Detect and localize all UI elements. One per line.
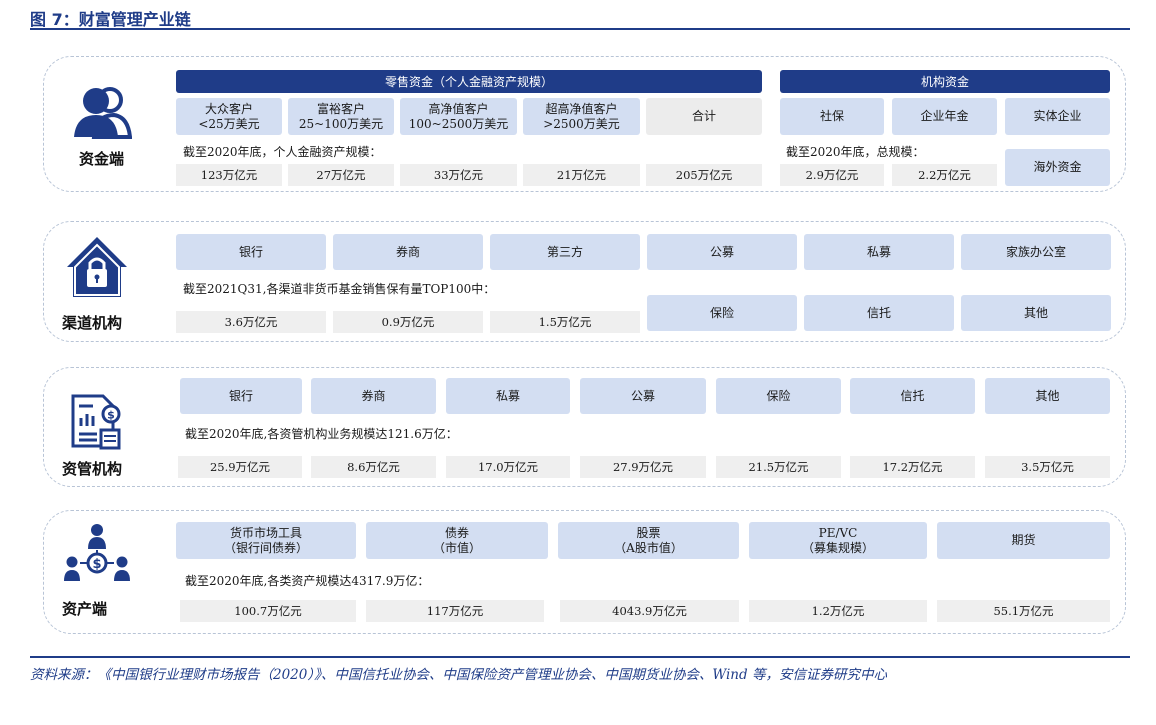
am-box: 信托 (850, 378, 975, 414)
retail-box-uhnw: 超高净值客户 >2500万美元 (523, 98, 640, 135)
section-label-am: 资管机构 (62, 460, 123, 478)
am-note: 截至2020年底,各资管机构业务规模达121.6万亿： (185, 427, 458, 441)
inst-note: 截至2020年底，总规模： (786, 145, 925, 159)
assets-note: 截至2020年底,各类资产规模达4317.9万亿： (185, 574, 430, 588)
retail-note: 截至2020年底，个人金融资产规模： (183, 145, 382, 159)
network-people-money-icon: $ (64, 524, 130, 581)
retail-box-mass: 大众客户 <25万美元 (176, 98, 282, 135)
asset-box-line2: （A股市值） (614, 540, 683, 555)
retail-box-line1: 高净值客户 (428, 101, 489, 116)
asset-box-line2: （募集规模） (801, 540, 874, 555)
asset-box: 期货 (937, 522, 1110, 559)
channel-box: 第三方 (490, 234, 640, 270)
am-box: 公募 (580, 378, 706, 414)
asset-box-line1: PE/VC (818, 525, 858, 540)
retail-box-affluent: 富裕客户 25~100万美元 (288, 98, 394, 135)
inst-value: 2.2万亿元 (892, 164, 997, 186)
am-value: 17.0万亿元 (446, 456, 570, 478)
svg-text:$: $ (107, 409, 115, 422)
channel-box-extra: 其他 (961, 295, 1111, 331)
figure-title: 图 7：财富管理产业链 (30, 10, 191, 29)
asset-value: 117万亿元 (366, 600, 544, 622)
asset-box-line1: 货币市场工具 (229, 525, 302, 540)
retail-box-hnw: 高净值客户 100~2500万美元 (400, 98, 517, 135)
channel-box: 券商 (333, 234, 483, 270)
channel-box-extra: 信托 (804, 295, 954, 331)
am-box: 保险 (716, 378, 841, 414)
retail-box-line2: 100~2500万美元 (408, 116, 509, 131)
asset-box: 债券 （市值） (366, 522, 548, 559)
retail-box-line2: 25~100万美元 (298, 116, 384, 131)
asset-box-line1: 期货 (1011, 533, 1036, 547)
users-icon (74, 87, 132, 139)
am-box: 银行 (180, 378, 302, 414)
section-label-channels: 渠道机构 (62, 314, 123, 332)
retail-box-line2: <25万美元 (198, 116, 260, 131)
source-note: 资料来源：《中国银行业理财市场报告（2020）》、中国信托业协会、中国保险资产管… (30, 656, 1130, 683)
asset-box: PE/VC （募集规模） (749, 522, 927, 559)
am-value: 8.6万亿元 (311, 456, 436, 478)
finance-document-icon: $ (71, 394, 121, 450)
inst-header-bar: 机构资金 (780, 70, 1110, 93)
retail-box-line1: 富裕客户 (316, 101, 365, 116)
asset-box-line2: （市值） (432, 540, 481, 555)
asset-box-line1: 债券 (444, 525, 469, 540)
channel-value: 1.5万亿元 (490, 311, 640, 333)
retail-box-line1: 大众客户 (204, 101, 253, 116)
section-label-assets: 资产端 (62, 600, 108, 618)
asset-box-line1: 股票 (636, 525, 661, 540)
asset-value: 55.1万亿元 (937, 600, 1110, 622)
retail-box-line1: 超高净值客户 (545, 101, 618, 116)
retail-header-bar: 零售资金（个人金融资产规模） (176, 70, 762, 93)
am-value: 27.9万亿元 (580, 456, 706, 478)
retail-box-line2: >2500万美元 (543, 116, 620, 131)
asset-box-line2: （银行间债券） (223, 540, 308, 555)
retail-value: 27万亿元 (288, 164, 394, 186)
retail-value: 205万亿元 (646, 164, 762, 186)
am-box: 券商 (311, 378, 436, 414)
am-value: 3.5万亿元 (985, 456, 1110, 478)
channel-box: 银行 (176, 234, 326, 270)
channel-box: 家族办公室 (961, 234, 1111, 270)
retail-value: 21万亿元 (523, 164, 640, 186)
channel-box: 公募 (647, 234, 797, 270)
channel-value: 0.9万亿元 (333, 311, 483, 333)
am-value: 17.2万亿元 (850, 456, 975, 478)
asset-value: 4043.9万亿元 (560, 600, 739, 622)
asset-box: 货币市场工具 （银行间债券） (176, 522, 356, 559)
svg-text:$: $ (92, 557, 101, 572)
channel-value: 3.6万亿元 (176, 311, 326, 333)
channel-box-extra: 保险 (647, 295, 797, 331)
section-label-funds: 资金端 (79, 150, 125, 168)
inst-box-corporates: 实体企业 (1005, 98, 1110, 135)
asset-value: 100.7万亿元 (180, 600, 356, 622)
am-value: 25.9万亿元 (178, 456, 302, 478)
am-box: 其他 (985, 378, 1110, 414)
inst-box-overseas: 海外资金 (1005, 149, 1110, 186)
retail-box-line1: 合计 (691, 109, 716, 123)
am-box: 私募 (446, 378, 570, 414)
channel-box: 私募 (804, 234, 954, 270)
channels-note: 截至2021Q31,各渠道非货币基金销售保有量TOP100中： (183, 282, 496, 296)
figure-header: 图 7：财富管理产业链 (30, 6, 1130, 30)
asset-box: 股票 （A股市值） (558, 522, 739, 559)
house-lock-icon (67, 237, 127, 297)
retail-value: 33万亿元 (400, 164, 517, 186)
am-value: 21.5万亿元 (716, 456, 841, 478)
inst-box-social-security: 社保 (780, 98, 884, 135)
inst-box-enterprise-annuity: 企业年金 (892, 98, 997, 135)
retail-value: 123万亿元 (176, 164, 282, 186)
asset-value: 1.2万亿元 (749, 600, 927, 622)
inst-value: 2.9万亿元 (780, 164, 884, 186)
retail-box-total: 合计 (646, 98, 762, 135)
